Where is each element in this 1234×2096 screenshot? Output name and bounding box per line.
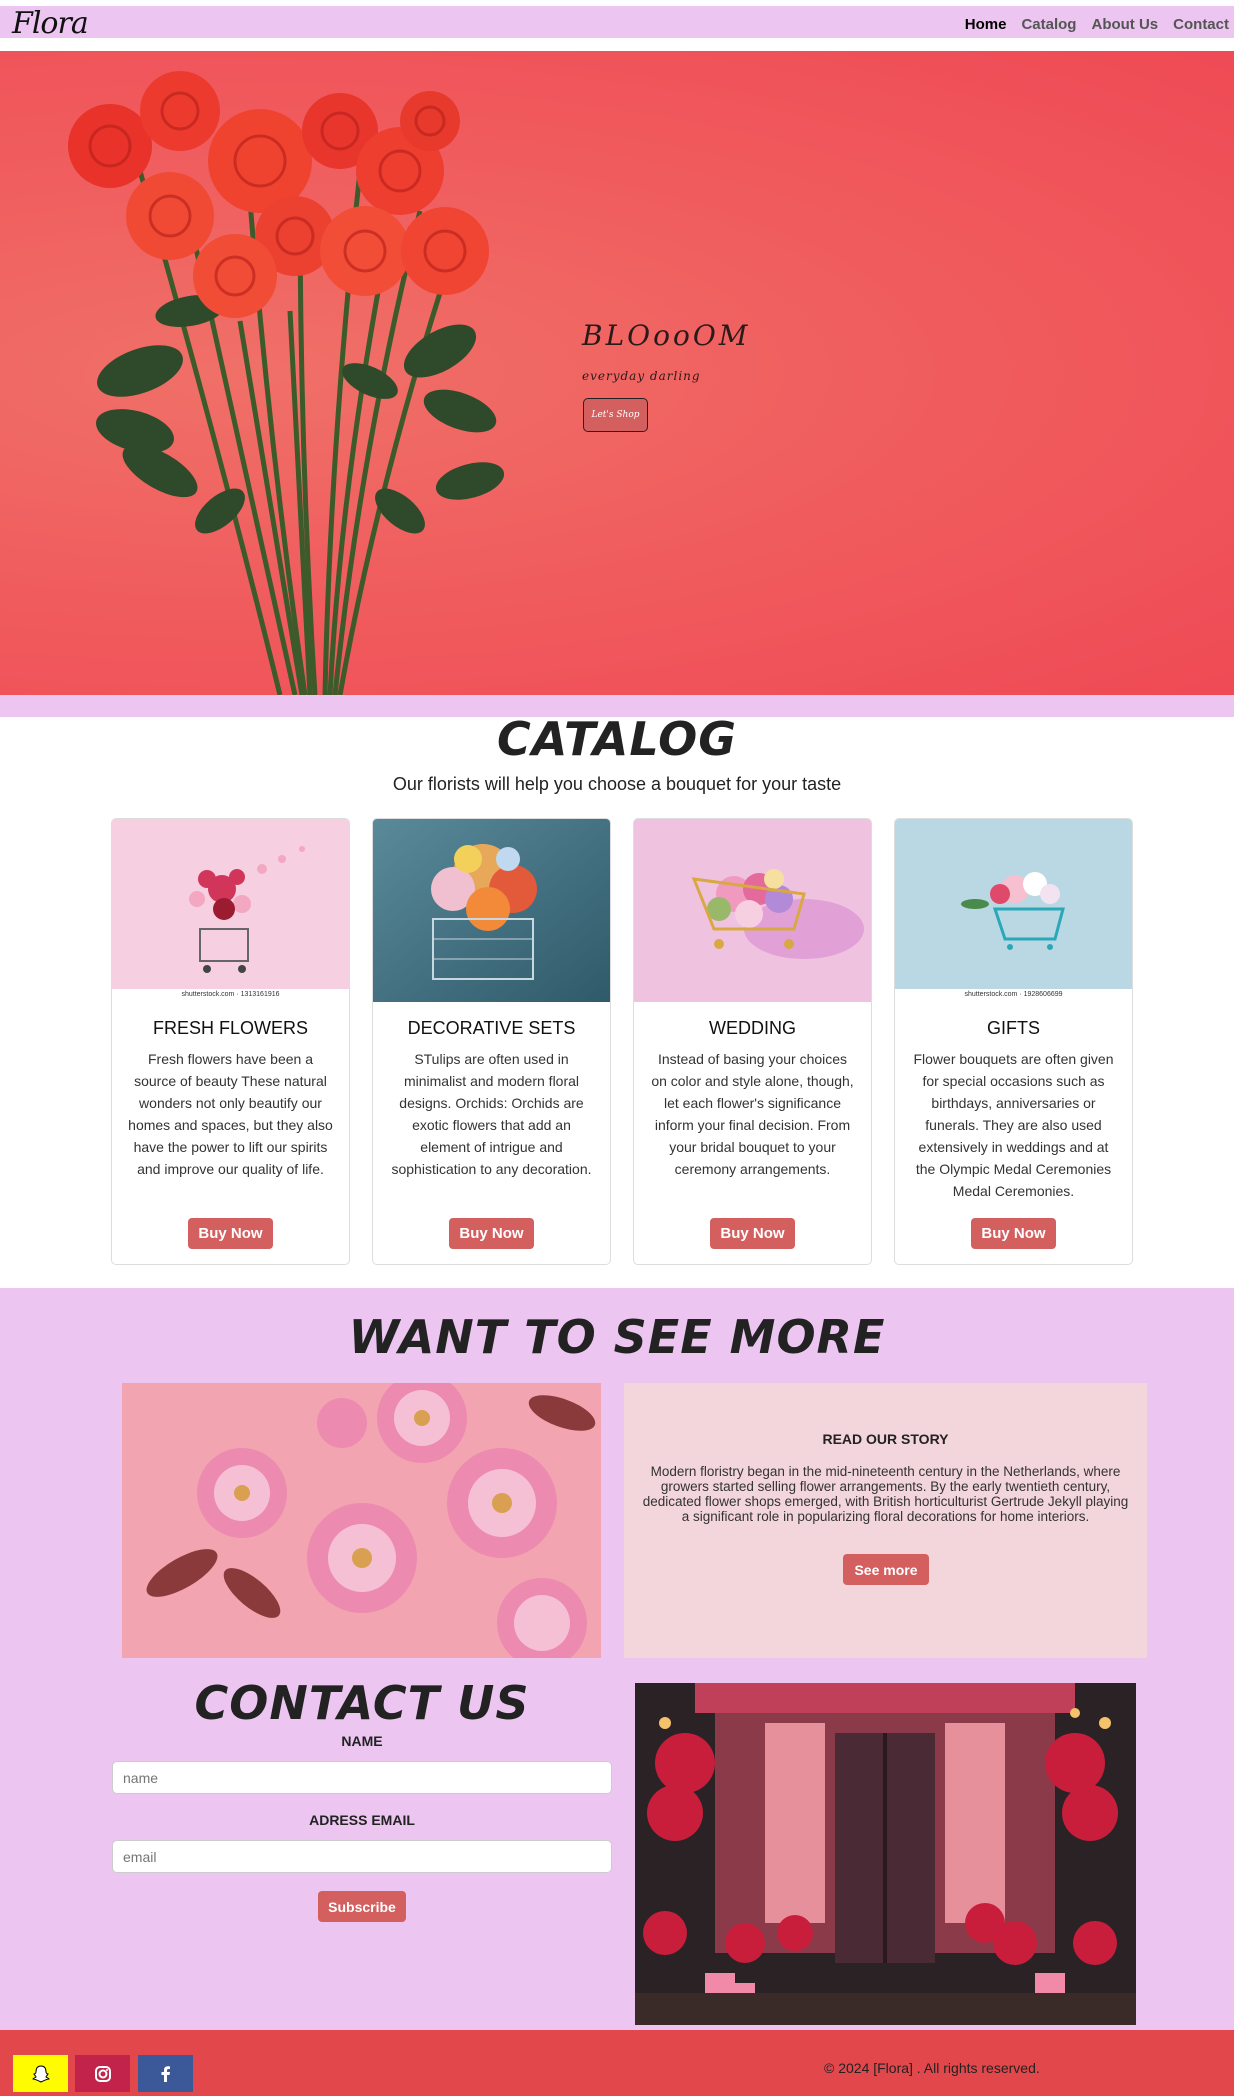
facebook-button[interactable] [138, 2055, 193, 2092]
card-title: DECORATIVE SETS [407, 1018, 576, 1038]
buy-now-button[interactable]: Buy Now [188, 1218, 273, 1249]
hero-title: BLOooOM [582, 319, 751, 352]
catalog-card-fresh-flowers: shutterstock.com · 1313161916 FRESH FLOW… [111, 818, 350, 1265]
buy-now-button[interactable]: Buy Now [971, 1218, 1056, 1249]
email-label: ADRESS EMAIL [309, 1812, 415, 1828]
snapchat-button[interactable] [13, 2055, 68, 2092]
nav-links: Home Catalog About Us Contact [965, 16, 1229, 33]
nav-link-contact[interactable]: Contact [1173, 16, 1229, 33]
nav-link-catalog[interactable]: Catalog [1021, 16, 1076, 33]
subscribe-button[interactable]: Subscribe [318, 1891, 406, 1922]
catalog-card-gifts: shutterstock.com · 1928606699 GIFTS Flow… [894, 818, 1133, 1265]
card-title: WEDDING [709, 1018, 796, 1038]
navbar: Flora Home Catalog About Us Contact [0, 6, 1234, 44]
facebook-icon [161, 2065, 170, 2082]
fresh-flowers-image [112, 819, 349, 1002]
more-title: WANT TO SEE MORE [348, 1310, 886, 1364]
buy-now-button[interactable]: Buy Now [710, 1218, 795, 1249]
copyright-text: © 2024 [Flora] . All rights reserved. [824, 2060, 1040, 2076]
instagram-icon [94, 2065, 111, 2082]
story-title: READ OUR STORY [822, 1431, 949, 1447]
snapchat-icon [31, 2064, 50, 2083]
roses-bouquet-image [68, 71, 505, 695]
catalog-card-wedding: WEDDING Instead of basing your choices o… [633, 818, 872, 1265]
brand-logo[interactable]: Flora [12, 6, 89, 41]
flower-shop-image [635, 1683, 1136, 2025]
catalog-subtitle: Our florists will help you choose a bouq… [392, 774, 842, 794]
nav-link-home[interactable]: Home [965, 16, 1007, 33]
instagram-button[interactable] [75, 2055, 130, 2092]
hero-section: BLOooOM everyday darling Let's Shop [0, 51, 1234, 695]
gifts-image [895, 819, 1132, 1002]
card-title: GIFTS [987, 1018, 1040, 1038]
contact-title: CONTACT US [194, 1676, 530, 1730]
pink-peonies-image [122, 1383, 601, 1658]
story-text: Modern floristry began in the mid-ninete… [642, 1464, 1129, 1524]
card-description: Instead of basing your choices on color … [651, 1051, 854, 1177]
card-description: STulips are often used in minimalist and… [391, 1051, 592, 1177]
name-input[interactable] [112, 1761, 612, 1794]
nav-link-about-us[interactable]: About Us [1091, 16, 1158, 33]
card-image-caption: shutterstock.com · 1313161916 [181, 991, 280, 998]
catalog-title: CATALOG [497, 712, 737, 766]
decorative-sets-image [373, 819, 610, 1002]
hero-subtitle: everyday darling [582, 369, 701, 383]
wedding-image [634, 819, 871, 1002]
card-description: Flower bouquets are often given for spec… [913, 1051, 1114, 1199]
see-more-button[interactable]: See more [843, 1554, 929, 1585]
lets-shop-button[interactable]: Let's Shop [583, 398, 648, 432]
buy-now-button[interactable]: Buy Now [449, 1218, 534, 1249]
card-title: FRESH FLOWERS [152, 1018, 308, 1038]
card-description: Fresh flowers have been a source of beau… [128, 1051, 333, 1177]
email-input[interactable] [112, 1840, 612, 1873]
story-box: READ OUR STORY Modern floristry began in… [624, 1383, 1147, 1658]
footer: © 2024 [Flora] . All rights reserved. [0, 2030, 1234, 2096]
catalog-card-decorative-sets: DECORATIVE SETS STulips are often used i… [372, 818, 611, 1265]
card-image-caption: shutterstock.com · 1928606699 [964, 991, 1063, 998]
name-label: NAME [341, 1733, 383, 1749]
